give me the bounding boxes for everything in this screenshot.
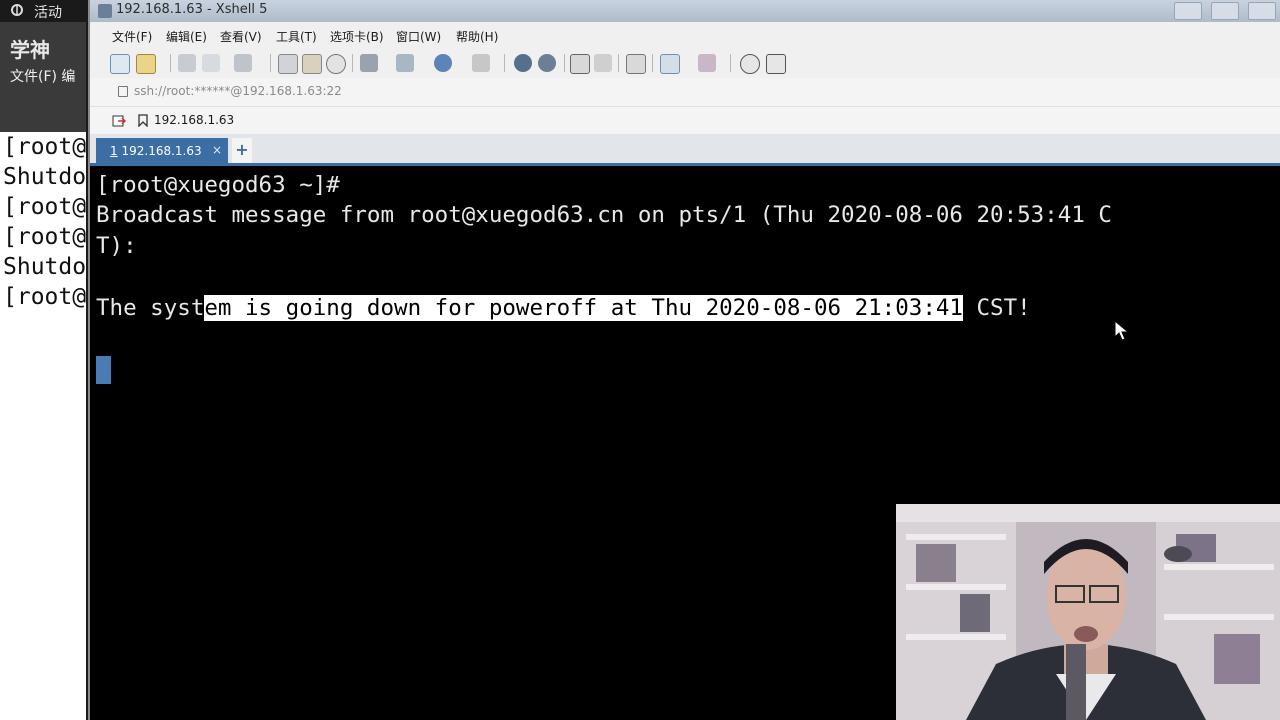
webcam-overlay — [896, 504, 1280, 720]
menu-edit[interactable]: 编辑(E) — [166, 28, 207, 45]
add-tab-button[interactable]: + — [232, 138, 252, 163]
terminal-selection: em is going down for poweroff at Thu 202… — [204, 295, 963, 321]
background-window-menu[interactable]: 文件(F) 编 — [10, 66, 75, 86]
tab-close-icon[interactable]: × — [212, 143, 222, 157]
title-bar[interactable]: 192.168.1.63 - Xshell 5 — [90, 0, 1280, 22]
session-manager-icon[interactable] — [112, 114, 126, 128]
toolbar-separator — [730, 54, 731, 72]
copy-icon[interactable] — [278, 54, 298, 74]
toolbar-separator — [270, 54, 271, 72]
chat-icon[interactable] — [766, 54, 786, 74]
terminal-cursor — [96, 356, 111, 384]
bookmark-icon — [138, 114, 148, 127]
tab-label: 1 192.168.1.63 — [110, 144, 202, 158]
window-controls — [1170, 2, 1276, 24]
tab-bar: 1 192.168.1.63 × + — [90, 134, 1280, 166]
toolbar-separator — [652, 54, 653, 72]
tab-session[interactable]: 1 192.168.1.63 × — [96, 138, 228, 163]
connect-icon[interactable] — [178, 54, 196, 72]
close-window-button[interactable] — [1248, 2, 1276, 20]
toolbar-separator — [170, 54, 171, 72]
terminal-shutdown-line: The system is going down for poweroff at… — [96, 295, 1031, 321]
menu-help[interactable]: 帮助(H) — [456, 28, 498, 45]
ssh-lock-icon — [118, 86, 128, 97]
session-bar: 192.168.1.63 — [90, 106, 1280, 135]
toolbar-separator — [352, 54, 353, 72]
lock-icon[interactable] — [594, 54, 612, 72]
toolbar-separator — [564, 54, 565, 72]
background-terminal-line: Shutdo — [3, 164, 86, 190]
menu-file[interactable]: 文件(F) — [112, 28, 152, 45]
background-window-brand: 学神 — [10, 38, 50, 62]
font-icon[interactable] — [472, 54, 490, 72]
disconnect-icon[interactable] — [202, 54, 220, 72]
background-terminal-line: [root@ — [3, 194, 86, 220]
transfer-icon[interactable] — [396, 54, 414, 72]
terminal-broadcast-continuation: T): — [96, 233, 137, 259]
toolbar-separator — [504, 54, 505, 72]
presenter-video-image — [896, 504, 1280, 720]
tunnel-icon[interactable] — [538, 54, 556, 72]
background-terminal-line: [root@ — [3, 134, 86, 160]
background-window-header: 学神 文件(F) 编 — [0, 22, 86, 132]
terminal-prompt-line: [root@xuegod63 ~]# — [96, 172, 340, 198]
xshell-app-icon — [98, 4, 112, 18]
activities-bar[interactable]: 活动 — [0, 0, 90, 22]
window-title: 192.168.1.63 - Xshell 5 — [116, 2, 268, 17]
terminal-broadcast-line: Broadcast message from root@xuegod63.cn … — [96, 202, 1112, 228]
menu-bar: 文件(F) 编辑(E) 查看(V) 工具(T) 选项卡(B) 窗口(W) 帮助(… — [90, 22, 1280, 48]
menu-tools[interactable]: 工具(T) — [276, 28, 317, 45]
open-folder-icon[interactable] — [136, 54, 156, 74]
ssh-address[interactable]: ssh://root:******@192.168.1.63:22 — [134, 84, 342, 98]
terminal-text: The syst — [96, 295, 205, 321]
new-session-icon[interactable] — [110, 54, 130, 74]
globe-encoding-icon[interactable] — [434, 54, 452, 72]
new-tab-icon[interactable] — [660, 54, 680, 74]
terminal-text: CST! — [962, 295, 1031, 321]
mouse-pointer-icon — [1114, 320, 1130, 341]
layout-icon[interactable] — [698, 54, 716, 72]
background-terminal-window[interactable]: 学神 文件(F) 编 [root@ Shutdo [root@ [root@ S… — [0, 22, 86, 720]
session-bookmark[interactable]: 192.168.1.63 — [154, 113, 234, 127]
menu-window[interactable]: 窗口(W) — [396, 28, 441, 45]
properties-gear-icon[interactable] — [234, 54, 252, 72]
keyboard-icon[interactable] — [626, 54, 646, 74]
menu-view[interactable]: 查看(V) — [220, 28, 262, 45]
activities-label: 活动 — [34, 5, 62, 21]
background-terminal-line: [root@ — [3, 224, 86, 250]
print-icon[interactable] — [360, 54, 378, 72]
address-bar[interactable]: ssh://root:******@192.168.1.63:22 — [90, 78, 1280, 106]
background-terminal-output[interactable]: [root@ Shutdo [root@ [root@ Shutdo [root… — [0, 132, 86, 720]
toolbar — [90, 48, 1280, 79]
background-terminal-line: [root@ — [3, 284, 86, 310]
menu-tabs[interactable]: 选项卡(B) — [330, 28, 384, 45]
maximize-button[interactable] — [1210, 2, 1239, 20]
find-search-icon[interactable] — [326, 54, 346, 74]
help-icon[interactable] — [740, 54, 760, 74]
xftp-icon[interactable] — [514, 54, 532, 72]
fullscreen-icon[interactable] — [570, 54, 590, 74]
minimize-button[interactable] — [1173, 2, 1202, 20]
activities-icon — [11, 4, 23, 16]
paste-icon[interactable] — [302, 54, 322, 74]
background-terminal-line: Shutdo — [3, 254, 86, 280]
toolbar-separator — [618, 54, 619, 72]
